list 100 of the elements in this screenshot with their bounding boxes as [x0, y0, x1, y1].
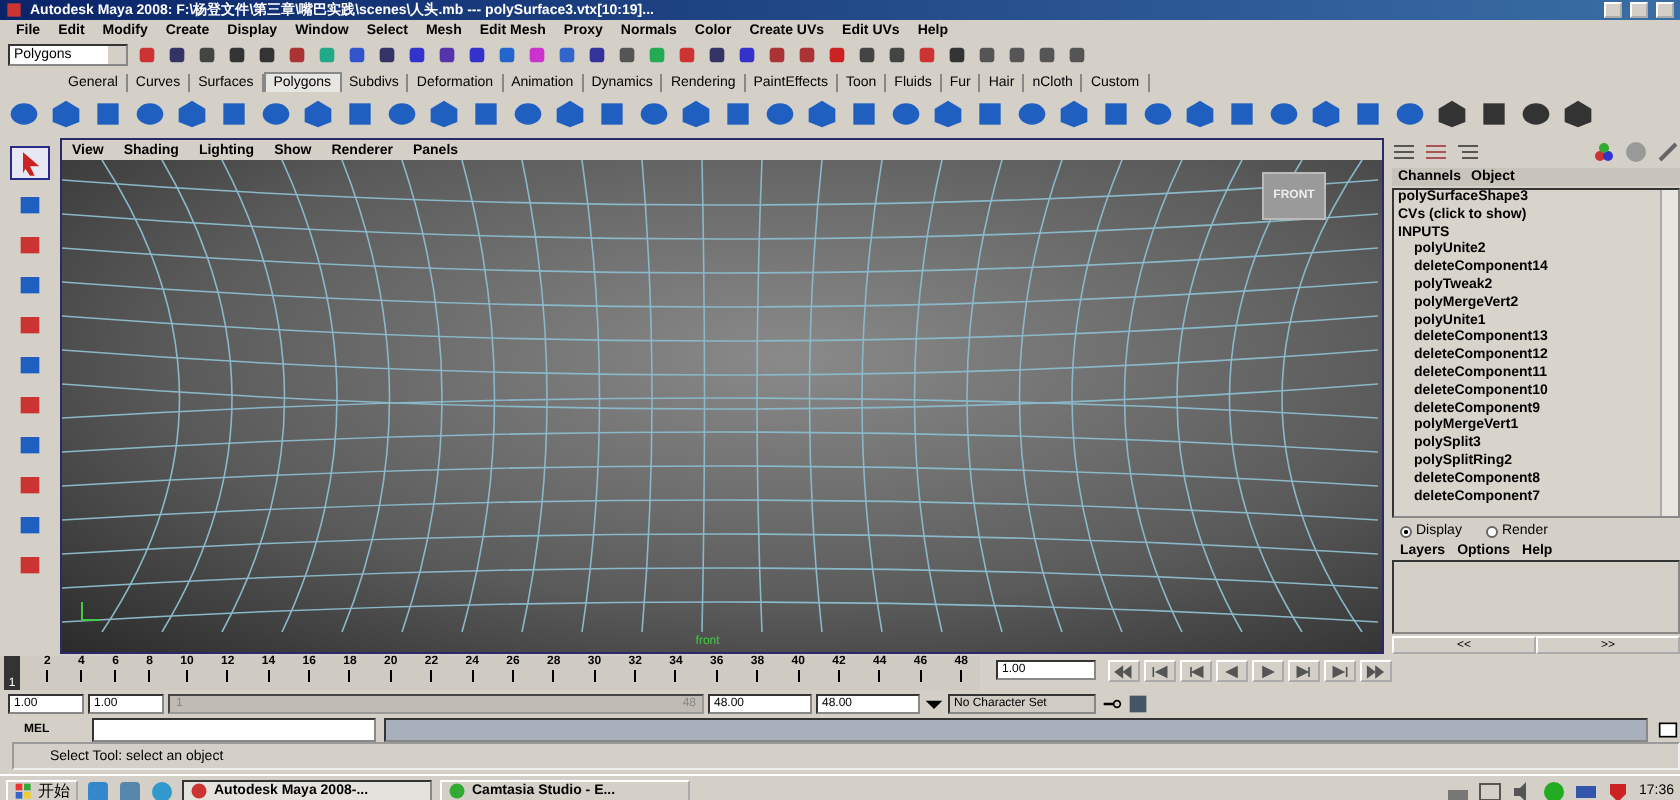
shelf-tool-icon	[1562, 98, 1594, 130]
toolbar-tool-icon	[736, 44, 758, 66]
toolbar-tool-icon	[496, 44, 518, 66]
toolbar-tool-icon	[166, 44, 188, 66]
shelf-tool-icon	[1436, 98, 1468, 130]
scrollbar[interactable]	[1660, 190, 1678, 516]
pencil-icon	[1656, 140, 1680, 164]
color-dots-icon	[1592, 140, 1616, 164]
quick-launch-icon	[86, 779, 110, 800]
toolbar-tool-icon	[256, 44, 278, 66]
shelf-tool-icon	[1394, 98, 1426, 130]
toolbar-tool-icon	[136, 44, 158, 66]
quick-launch-icon	[150, 779, 174, 800]
shelf-tool-icon	[218, 98, 250, 130]
playback-button[interactable]	[1108, 660, 1140, 682]
toolbar-tool-icon	[976, 44, 998, 66]
toolbar-tool-icon	[676, 44, 698, 66]
shelf-tool-icon	[470, 98, 502, 130]
attribute-layout-icon	[1424, 140, 1448, 164]
shelf-tool-icon	[344, 98, 376, 130]
playback-icon	[1150, 661, 1170, 681]
toolbar-tool-icon	[466, 44, 488, 66]
playback-button[interactable]	[1360, 660, 1392, 682]
playback-button[interactable]	[1144, 660, 1176, 682]
toolbar-tool-icon	[346, 44, 368, 66]
shelf-tool-icon	[92, 98, 124, 130]
toolbar-tool-icon	[916, 44, 938, 66]
monitor-icon	[1478, 779, 1503, 800]
channel-layout-icon	[1392, 140, 1416, 164]
toolbar-tool-icon	[286, 44, 308, 66]
shelf-tool-icon	[260, 98, 292, 130]
minimize-button[interactable]	[1604, 2, 1622, 18]
shelf-tool-icon	[1310, 98, 1342, 130]
sphere-icon	[1624, 140, 1648, 164]
app-icon	[448, 782, 466, 800]
toolbar-tool-icon	[556, 44, 578, 66]
shelf-tool-icon	[1520, 98, 1552, 130]
shelf-tool-icon	[890, 98, 922, 130]
toolbar-tool-icon	[1036, 44, 1058, 66]
toolbar-tool-icon	[406, 44, 428, 66]
toolbar-tool-icon	[856, 44, 878, 66]
toolbar-tool-icon	[196, 44, 218, 66]
playback-icon	[1114, 661, 1134, 681]
shelf-tool-icon	[428, 98, 460, 130]
axis-icon	[78, 596, 102, 624]
toolbar-tool-icon	[316, 44, 338, 66]
close-button[interactable]	[1656, 2, 1674, 18]
playback-icon	[1330, 661, 1350, 681]
app-logo-icon	[6, 2, 22, 18]
app-icon	[190, 782, 208, 800]
toolbar-tool-icon	[616, 44, 638, 66]
toolbox-tool-button[interactable]	[10, 146, 50, 180]
toolbar-tool-icon	[796, 44, 818, 66]
toolbar-tool-icon	[436, 44, 458, 66]
shelf-tool-icon	[974, 98, 1006, 130]
windows-logo-icon	[14, 781, 34, 800]
shelf-tool-icon	[1016, 98, 1048, 130]
playback-button[interactable]	[1252, 660, 1284, 682]
shelf-tool-icon	[134, 98, 166, 130]
toolbar-tool-icon	[886, 44, 908, 66]
maximize-button[interactable]	[1630, 2, 1648, 18]
shelf-tool-icon	[512, 98, 544, 130]
shelf-tool-icon	[722, 98, 754, 130]
command-input-field[interactable]	[92, 717, 376, 741]
start-button[interactable]: 开始	[6, 779, 78, 800]
shelf-tool-icon	[176, 98, 208, 130]
shelf-tool-icon	[1226, 98, 1258, 130]
toolbar-tool-icon	[376, 44, 398, 66]
toolbar-tool-icon	[826, 44, 848, 66]
playback-button[interactable]	[1324, 660, 1356, 682]
shelf-tool-icon	[680, 98, 712, 130]
toolbar-tool-icon	[526, 44, 548, 66]
shield-icon	[1606, 779, 1631, 800]
shelf-tool-icon	[1478, 98, 1510, 130]
shelf-tool-icon	[302, 98, 334, 130]
shelf-tool-icon	[848, 98, 880, 130]
toolbar-tool-icon	[1006, 44, 1028, 66]
toolbar-tool-icon	[706, 44, 728, 66]
toolbar-tool-icon	[646, 44, 668, 66]
shelf-tool-icon	[764, 98, 796, 130]
shelf-tool-icon	[1184, 98, 1216, 130]
shelf-tool-icon	[1268, 98, 1300, 130]
shelf-tool-icon	[806, 98, 838, 130]
playback-icon	[1294, 661, 1314, 681]
shelf-tool-icon	[1352, 98, 1384, 130]
playback-icon	[1366, 661, 1386, 681]
toolbar-tool-icon	[226, 44, 248, 66]
shelf-tool-icon	[932, 98, 964, 130]
shelf-tool-icon	[8, 98, 40, 130]
quick-launch-icon	[118, 779, 142, 800]
playback-button[interactable]	[1180, 660, 1212, 682]
list-layout-icon	[1456, 140, 1480, 164]
toolbar-tool-icon	[586, 44, 608, 66]
shelf-tool-icon	[638, 98, 670, 130]
toolbar-tool-icon	[946, 44, 968, 66]
playback-button[interactable]	[1216, 660, 1248, 682]
playback-icon	[1186, 661, 1206, 681]
playback-button[interactable]	[1288, 660, 1320, 682]
script-editor-icon	[1656, 719, 1680, 739]
toolbar-tool-icon	[766, 44, 788, 66]
